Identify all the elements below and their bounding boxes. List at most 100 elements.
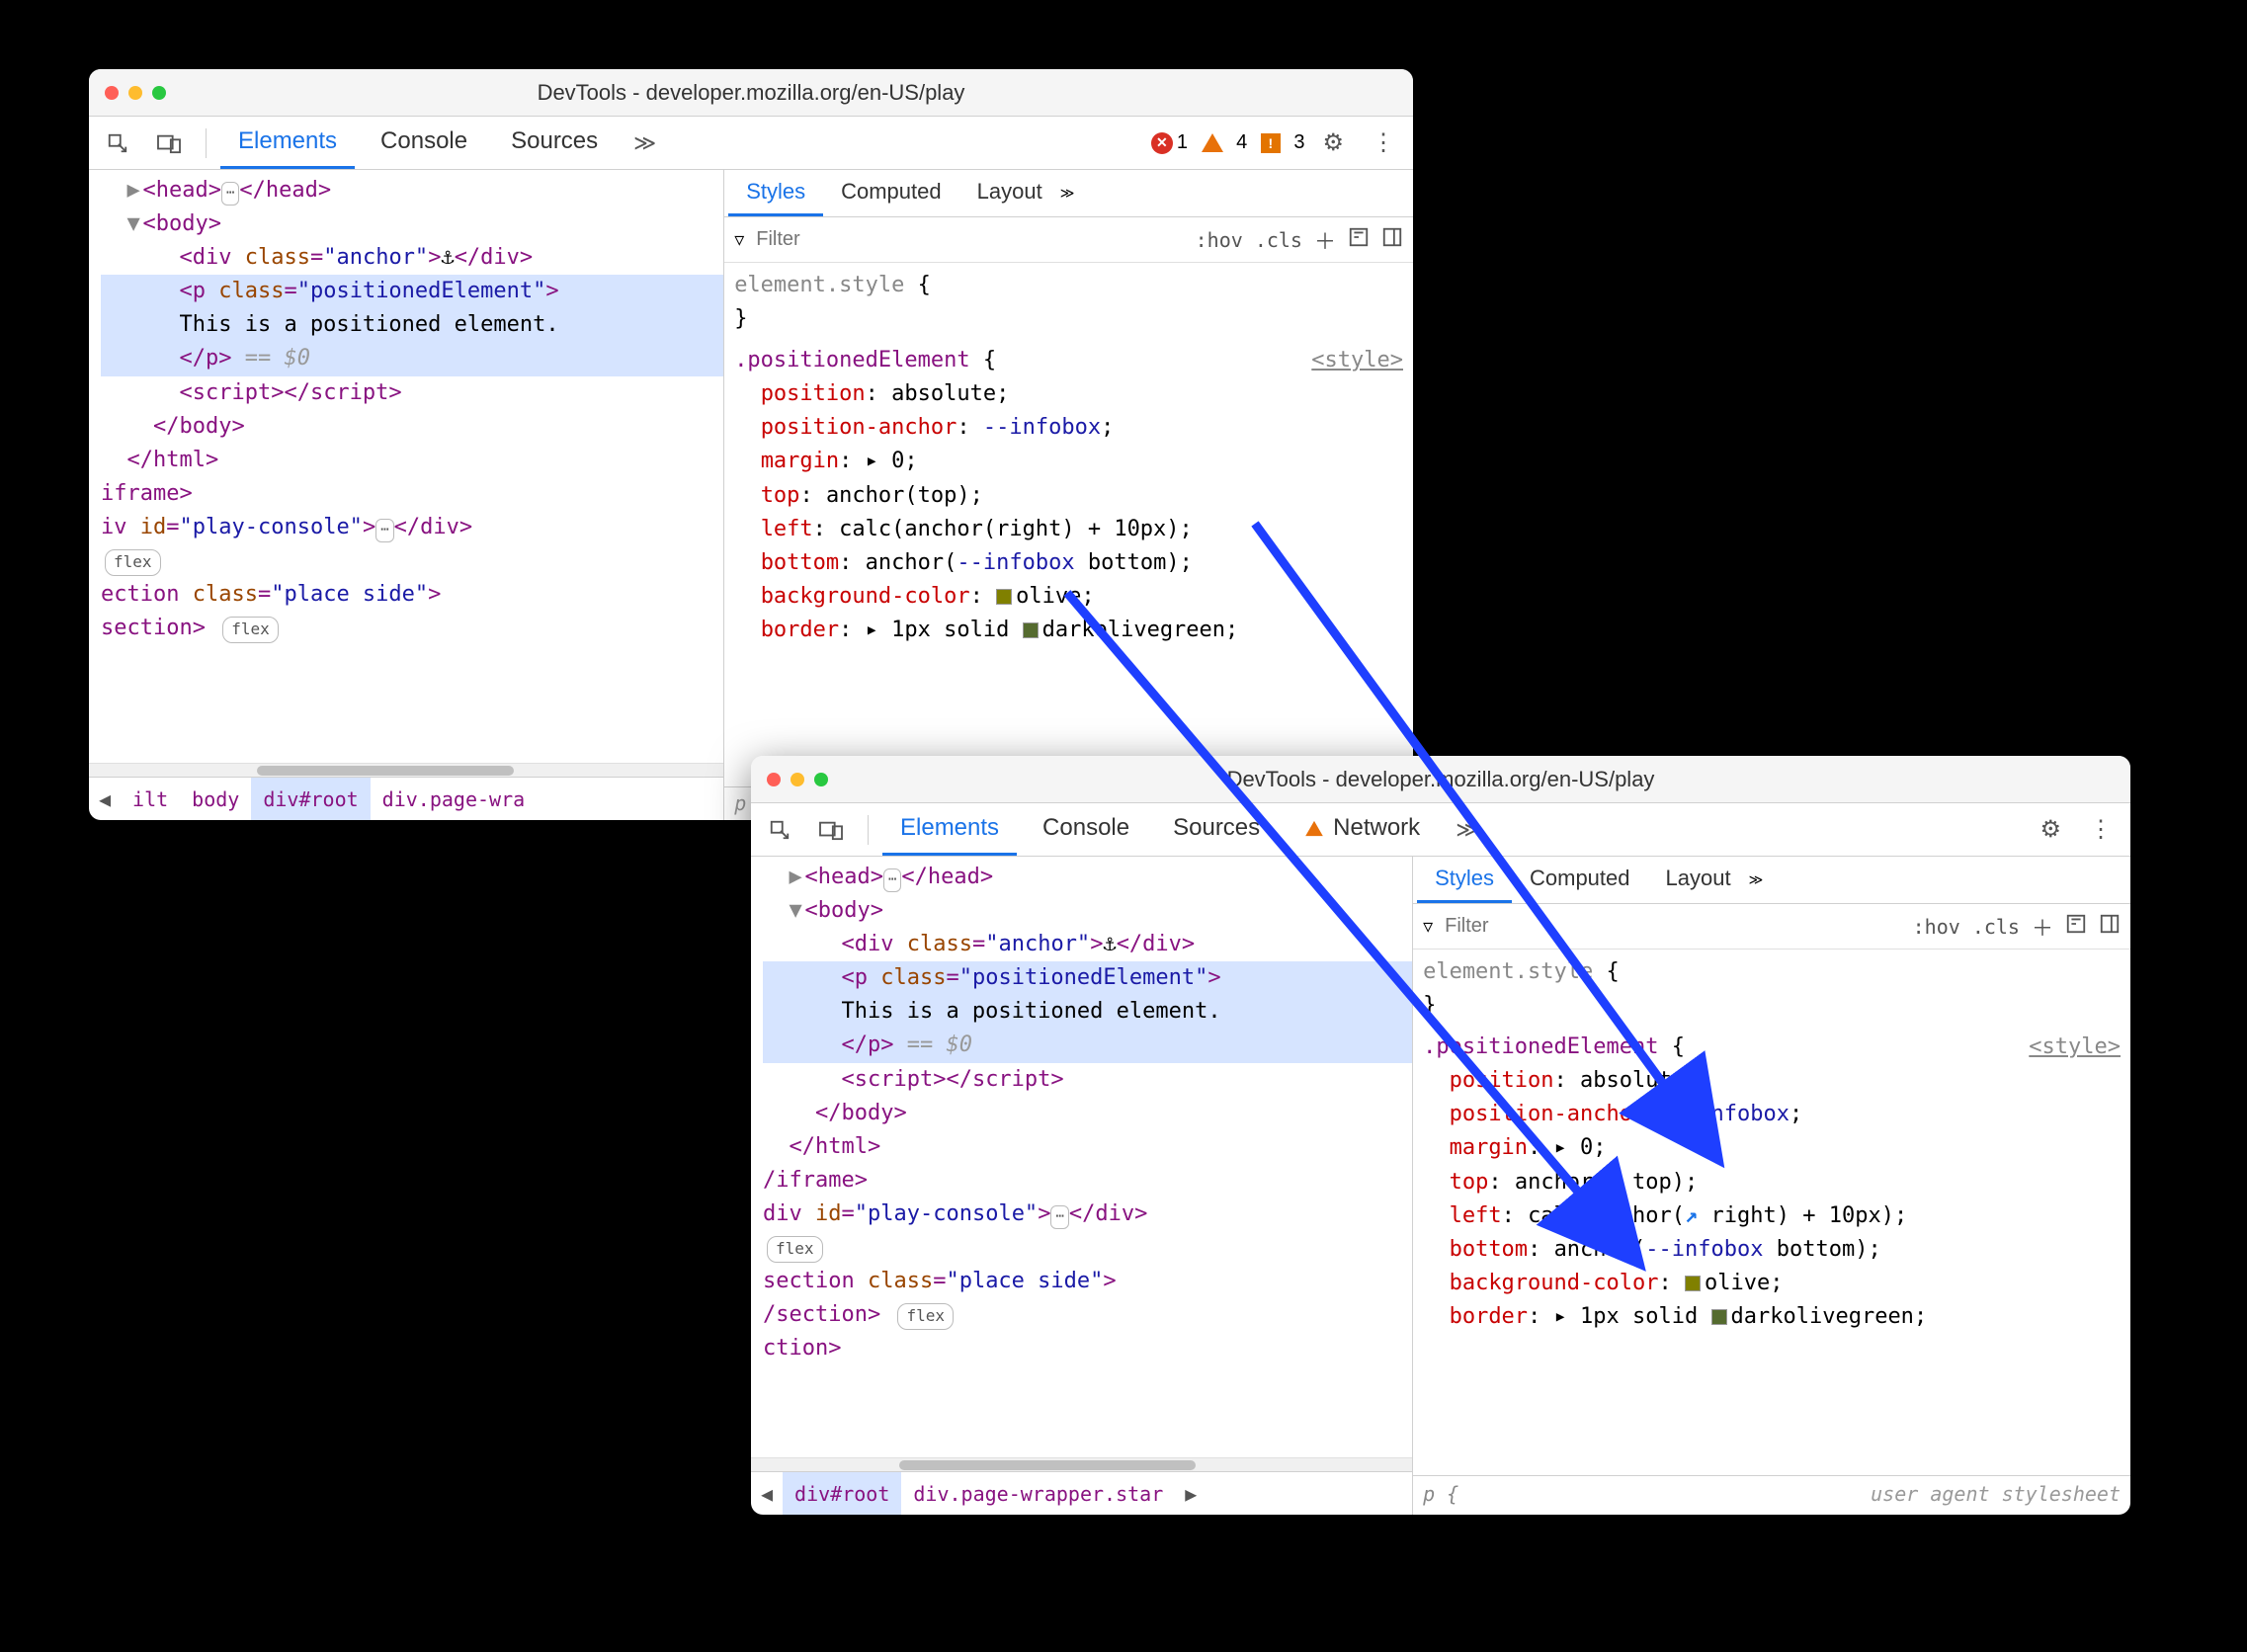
filter-icon: ▿ (1423, 914, 1433, 939)
flex-badge[interactable]: flex (222, 617, 279, 643)
close-icon[interactable] (767, 773, 781, 786)
computed-toggle-icon[interactable] (2065, 913, 2087, 941)
minimize-icon[interactable] (128, 86, 142, 100)
crumb-item[interactable]: div#root (251, 778, 370, 820)
inspect-icon[interactable] (97, 117, 138, 169)
crumb-item[interactable]: ilt (121, 778, 180, 820)
device-toggle-icon[interactable] (146, 117, 192, 169)
color-swatch[interactable] (1711, 1309, 1727, 1325)
ellipsis-icon[interactable]: ⋯ (883, 868, 901, 892)
source-link[interactable]: <style> (1311, 344, 1403, 377)
tab-console[interactable]: Console (1025, 803, 1147, 856)
more-tabs-icon[interactable]: ≫ (624, 117, 666, 169)
color-swatch[interactable] (1023, 622, 1039, 638)
close-icon[interactable] (105, 86, 119, 100)
settings-icon[interactable]: ⚙ (1312, 128, 1354, 157)
new-rule-icon[interactable]: ＋ (1314, 224, 1336, 256)
styles-subtabs: Styles Computed Layout ≫ (724, 170, 1413, 217)
kebab-menu-icon[interactable]: ⋮ (2079, 815, 2122, 844)
ellipsis-icon[interactable]: ⋯ (221, 182, 239, 206)
settings-icon[interactable]: ⚙ (2030, 815, 2071, 844)
devtools-window-1: DevTools - developer.mozilla.org/en-US/p… (89, 69, 1413, 820)
new-rule-icon[interactable]: ＋ (2032, 911, 2053, 943)
flex-badge[interactable]: flex (105, 549, 161, 576)
subtab-layout[interactable]: Layout (959, 170, 1060, 216)
separator (206, 128, 207, 158)
cls-toggle[interactable]: .cls (1255, 228, 1302, 252)
titlebar: DevTools - developer.mozilla.org/en-US/p… (89, 69, 1413, 117)
issue-icon: ! (1261, 133, 1281, 153)
styles-body[interactable]: element.style { } .positionedElement {<s… (724, 263, 1413, 786)
styles-panel: Styles Computed Layout ≫ ▿ :hov .cls ＋ e… (724, 170, 1413, 820)
crumb-item[interactable]: div#root (783, 1472, 901, 1515)
computed-toggle-icon[interactable] (1348, 226, 1370, 254)
filter-input[interactable] (756, 228, 1018, 251)
tab-elements[interactable]: Elements (882, 803, 1017, 856)
crumb-prev-icon[interactable]: ◀ (751, 1482, 783, 1506)
link-icon[interactable]: ↗ (1685, 1199, 1698, 1233)
crumb-next-icon[interactable]: ▶ (1175, 1482, 1207, 1506)
ellipsis-icon[interactable]: ⋯ (1050, 1205, 1068, 1229)
minimize-icon[interactable] (791, 773, 804, 786)
crumb-item[interactable]: div.page-wrapper.star (901, 1472, 1175, 1515)
filter-row: ▿ :hov .cls ＋ (724, 217, 1413, 263)
kebab-menu-icon[interactable]: ⋮ (1362, 128, 1405, 157)
flex-badge[interactable]: flex (767, 1236, 823, 1263)
cls-toggle[interactable]: .cls (1972, 915, 2020, 939)
link-icon[interactable]: ↗ (1607, 1166, 1620, 1199)
main-toolbar: Elements Console Sources Network ≫ ⚙ ⋮ (751, 803, 2130, 857)
issue-counts[interactable]: ✕1 4 ! 3 (1151, 131, 1305, 154)
filter-icon: ▿ (734, 227, 744, 252)
tab-console[interactable]: Console (363, 117, 485, 169)
error-icon: ✕ (1151, 132, 1173, 154)
styles-panel: Styles Computed Layout ≫ ▿ :hov .cls ＋ e… (1413, 857, 2130, 1515)
selected-dom-node[interactable]: <p class="positionedElement"> (763, 961, 1412, 995)
sidebar-toggle-icon[interactable] (2099, 913, 2121, 941)
dom-panel: ▶<head>⋯</head> ▼<body> <div class="anch… (89, 170, 724, 820)
main-toolbar: Elements Console Sources ≫ ✕1 4 ! 3 ⚙ ⋮ (89, 117, 1413, 170)
subtab-styles[interactable]: Styles (1417, 857, 1512, 903)
fullscreen-icon[interactable] (814, 773, 828, 786)
crumb-item[interactable]: div.page-wra (371, 778, 538, 820)
inspect-icon[interactable] (759, 803, 800, 856)
hov-toggle[interactable]: :hov (1913, 915, 1960, 939)
subtab-styles[interactable]: Styles (728, 170, 823, 216)
more-subtabs-icon[interactable]: ≫ (1060, 185, 1075, 202)
hov-toggle[interactable]: :hov (1196, 228, 1243, 252)
crumb-item[interactable]: body (180, 778, 251, 820)
selected-dom-node[interactable]: <p class="positionedElement"> (101, 275, 723, 308)
styles-subtabs: Styles Computed Layout ≫ (1413, 857, 2130, 904)
tab-elements[interactable]: Elements (220, 117, 355, 169)
breadcrumb: ◀ ilt body div#root div.page-wra (89, 777, 723, 820)
subtab-computed[interactable]: Computed (823, 170, 959, 216)
source-link[interactable]: <style> (2029, 1031, 2121, 1064)
horizontal-scrollbar[interactable] (89, 763, 723, 777)
devtools-window-2: DevTools - developer.mozilla.org/en-US/p… (751, 756, 2130, 1515)
device-toggle-icon[interactable] (808, 803, 854, 856)
subtab-computed[interactable]: Computed (1512, 857, 1648, 903)
window-title: DevTools - developer.mozilla.org/en-US/p… (89, 80, 1413, 106)
dom-tree[interactable]: ▶<head>⋯</head> ▼<body> <div class="anch… (751, 857, 1412, 1457)
styles-body[interactable]: element.style { } .positionedElement {<s… (1413, 950, 2130, 1475)
ellipsis-icon[interactable]: ⋯ (375, 519, 393, 542)
more-subtabs-icon[interactable]: ≫ (1749, 871, 1764, 888)
dom-tree[interactable]: ▶<head>⋯</head> ▼<body> <div class="anch… (89, 170, 723, 763)
user-agent-label: user agent stylesheet (1871, 1482, 2121, 1506)
sidebar-toggle-icon[interactable] (1381, 226, 1403, 254)
dom-panel: ▶<head>⋯</head> ▼<body> <div class="anch… (751, 857, 1413, 1515)
horizontal-scrollbar[interactable] (751, 1457, 1412, 1471)
tab-sources[interactable]: Sources (1155, 803, 1278, 856)
fullscreen-icon[interactable] (152, 86, 166, 100)
flex-badge[interactable]: flex (897, 1303, 954, 1330)
tab-network[interactable]: Network (1286, 803, 1438, 856)
color-swatch[interactable] (1685, 1276, 1701, 1291)
titlebar: DevTools - developer.mozilla.org/en-US/p… (751, 756, 2130, 803)
subtab-layout[interactable]: Layout (1648, 857, 1749, 903)
crumb-prev-icon[interactable]: ◀ (89, 787, 121, 811)
more-tabs-icon[interactable]: ≫ (1446, 803, 1488, 856)
breadcrumb: ◀ div#root div.page-wrapper.star ▶ (751, 1471, 1412, 1515)
traffic-lights (751, 773, 828, 786)
tab-sources[interactable]: Sources (493, 117, 616, 169)
filter-input[interactable] (1445, 915, 1706, 938)
color-swatch[interactable] (996, 589, 1012, 605)
